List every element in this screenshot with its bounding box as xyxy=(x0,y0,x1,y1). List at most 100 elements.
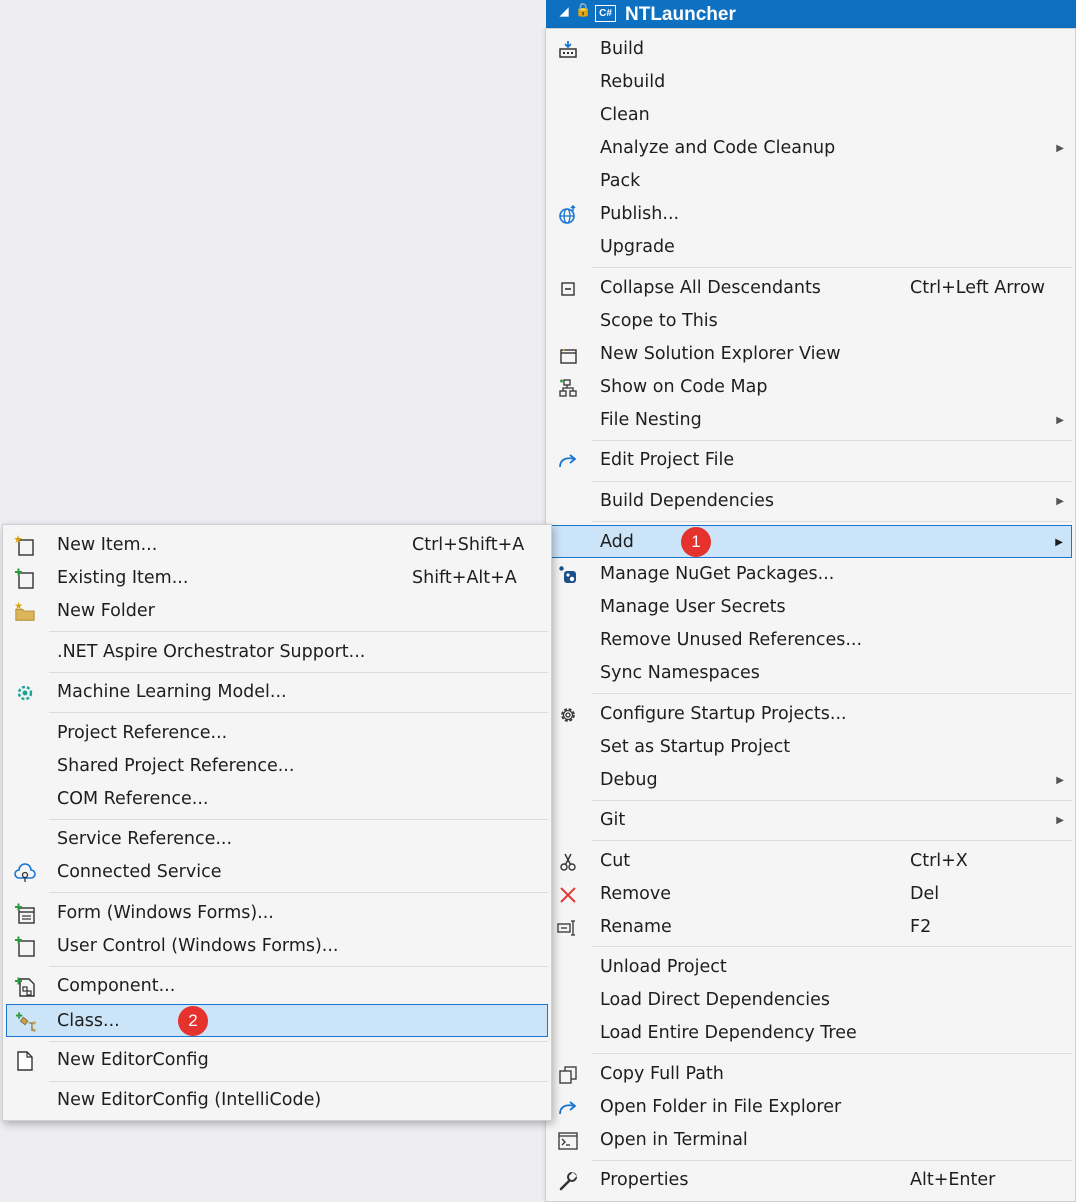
submenu-item-com-reference[interactable]: COM Reference... xyxy=(6,783,548,816)
menu-item-label: New Item... xyxy=(57,535,158,555)
submenu-item-new-editorconfig-intellicode[interactable]: New EditorConfig (IntelliCode) xyxy=(6,1084,548,1117)
new-folder-icon xyxy=(14,601,36,623)
menu-item-manage-nuget[interactable]: Manage NuGet Packages... xyxy=(549,558,1072,591)
menu-item-label: Upgrade xyxy=(600,237,675,257)
submenu-item-aspire-orchestrator[interactable]: .NET Aspire Orchestrator Support... xyxy=(6,636,548,669)
menu-item-sync-namespaces[interactable]: Sync Namespaces xyxy=(549,657,1072,690)
menu-item-debug[interactable]: Debug ▶ xyxy=(549,764,1072,797)
menu-item-edit-project-file[interactable]: Edit Project File xyxy=(549,444,1072,477)
submenu-arrow-icon: ▶ xyxy=(1056,496,1064,507)
submenu-item-shared-project-reference[interactable]: Shared Project Reference... xyxy=(6,750,548,783)
menu-item-properties[interactable]: Properties Alt+Enter xyxy=(549,1164,1072,1197)
submenu-item-ml-model[interactable]: Machine Learning Model... xyxy=(6,676,548,709)
menu-item-label: Open in Terminal xyxy=(600,1130,748,1150)
menu-item-label: Unload Project xyxy=(600,957,727,977)
menu-item-label: Service Reference... xyxy=(57,829,233,849)
scissors-icon xyxy=(557,851,579,873)
submenu-item-new-item[interactable]: New Item... Ctrl+Shift+A xyxy=(6,529,548,562)
menu-item-open-in-terminal[interactable]: Open in Terminal xyxy=(549,1124,1072,1157)
connected-service-icon xyxy=(14,862,36,884)
menu-item-copy-full-path[interactable]: Copy Full Path xyxy=(549,1058,1072,1091)
lock-icon: 🔒 xyxy=(575,2,592,17)
menu-item-rename[interactable]: Rename F2 xyxy=(549,911,1072,944)
step-badge-1: 1 xyxy=(681,527,711,557)
menu-item-label: Component... xyxy=(57,976,176,996)
submenu-item-form[interactable]: Form (Windows Forms)... xyxy=(6,897,548,930)
menu-item-label: Set as Startup Project xyxy=(600,737,791,757)
build-icon xyxy=(557,39,579,61)
submenu-item-class[interactable]: Class... 2 xyxy=(6,1004,548,1037)
menu-item-analyze-cleanup[interactable]: Analyze and Code Cleanup ▶ xyxy=(549,132,1072,165)
menu-separator xyxy=(592,267,1072,268)
menu-separator xyxy=(592,481,1072,482)
menu-item-unload-project[interactable]: Unload Project xyxy=(549,951,1072,984)
submenu-item-user-control[interactable]: User Control (Windows Forms)... xyxy=(6,930,548,963)
menu-item-publish[interactable]: Publish... xyxy=(549,198,1072,231)
menu-item-configure-startup-projects[interactable]: Configure Startup Projects... xyxy=(549,698,1072,731)
menu-item-label: COM Reference... xyxy=(57,789,209,809)
menu-item-remove[interactable]: Remove Del xyxy=(549,878,1072,911)
menu-item-label: Form (Windows Forms)... xyxy=(57,903,274,923)
menu-separator xyxy=(49,1081,548,1082)
menu-item-set-as-startup[interactable]: Set as Startup Project xyxy=(549,731,1072,764)
menu-item-label: New EditorConfig xyxy=(57,1050,209,1070)
submenu-item-project-reference[interactable]: Project Reference... xyxy=(6,717,548,750)
menu-item-remove-unused-references[interactable]: Remove Unused References... xyxy=(549,624,1072,657)
menu-item-open-folder-in-explorer[interactable]: Open Folder in File Explorer xyxy=(549,1091,1072,1124)
menu-item-upgrade[interactable]: Upgrade xyxy=(549,231,1072,264)
submenu-item-component[interactable]: Component... xyxy=(6,970,548,1003)
menu-item-label: Shared Project Reference... xyxy=(57,756,295,776)
submenu-item-new-folder[interactable]: New Folder xyxy=(6,595,548,628)
document-icon xyxy=(14,1050,36,1072)
menu-item-show-on-code-map[interactable]: Show on Code Map xyxy=(549,371,1072,404)
terminal-icon xyxy=(557,1130,579,1152)
menu-item-cut[interactable]: Cut Ctrl+X xyxy=(549,845,1072,878)
menu-item-shortcut: Shift+Alt+A xyxy=(412,568,517,588)
gear-icon xyxy=(557,704,579,726)
menu-item-file-nesting[interactable]: File Nesting ▶ xyxy=(549,404,1072,437)
menu-item-label: Add xyxy=(600,532,634,552)
menu-item-new-solution-explorer-view[interactable]: New Solution Explorer View xyxy=(549,338,1072,371)
project-node-header[interactable]: ◢ 🔒 C# NTLauncher xyxy=(546,0,1076,28)
submenu-item-new-editorconfig[interactable]: New EditorConfig xyxy=(6,1044,548,1077)
menu-separator xyxy=(49,631,548,632)
menu-item-label: Build Dependencies xyxy=(600,491,775,511)
menu-separator xyxy=(592,1160,1072,1161)
menu-item-collapse-all[interactable]: Collapse All Descendants Ctrl+Left Arrow xyxy=(549,272,1072,305)
menu-item-shortcut: Ctrl+X xyxy=(910,851,968,871)
menu-item-label: Debug xyxy=(600,770,658,790)
submenu-arrow-icon: ▶ xyxy=(1055,537,1063,548)
menu-item-label: Clean xyxy=(600,105,650,125)
menu-item-label: New EditorConfig (IntelliCode) xyxy=(57,1090,322,1110)
menu-item-load-direct-dependencies[interactable]: Load Direct Dependencies xyxy=(549,984,1072,1017)
menu-item-label: Git xyxy=(600,810,626,830)
submenu-item-existing-item[interactable]: Existing Item... Shift+Alt+A xyxy=(6,562,548,595)
rename-icon xyxy=(557,917,579,939)
menu-item-pack[interactable]: Pack xyxy=(549,165,1072,198)
menu-item-label: Sync Namespaces xyxy=(600,663,760,683)
expand-triangle-icon[interactable]: ◢ xyxy=(560,5,568,18)
menu-item-label: Machine Learning Model... xyxy=(57,682,287,702)
menu-item-build-dependencies[interactable]: Build Dependencies ▶ xyxy=(549,485,1072,518)
menu-item-label: Load Direct Dependencies xyxy=(600,990,831,1010)
submenu-item-service-reference[interactable]: Service Reference... xyxy=(6,823,548,856)
menu-item-rebuild[interactable]: Rebuild xyxy=(549,66,1072,99)
menu-item-label: File Nesting xyxy=(600,410,702,430)
submenu-item-connected-service[interactable]: Connected Service xyxy=(6,856,548,889)
menu-item-load-entire-dependency-tree[interactable]: Load Entire Dependency Tree xyxy=(549,1017,1072,1050)
menu-item-shortcut: Alt+Enter xyxy=(910,1170,996,1190)
menu-item-build[interactable]: Build xyxy=(549,33,1072,66)
menu-item-label: New Folder xyxy=(57,601,155,621)
menu-item-clean[interactable]: Clean xyxy=(549,99,1072,132)
user-control-icon xyxy=(14,936,36,958)
menu-separator xyxy=(49,672,548,673)
ml-model-icon xyxy=(14,682,36,704)
menu-item-scope-to-this[interactable]: Scope to This xyxy=(549,305,1072,338)
menu-item-label: Collapse All Descendants xyxy=(600,278,821,298)
menu-separator xyxy=(592,946,1072,947)
menu-item-git[interactable]: Git ▶ xyxy=(549,804,1072,837)
menu-item-add[interactable]: Add ▶ 1 xyxy=(549,525,1072,558)
menu-separator xyxy=(592,693,1072,694)
menu-item-manage-user-secrets[interactable]: Manage User Secrets xyxy=(549,591,1072,624)
menu-item-label: Copy Full Path xyxy=(600,1064,724,1084)
